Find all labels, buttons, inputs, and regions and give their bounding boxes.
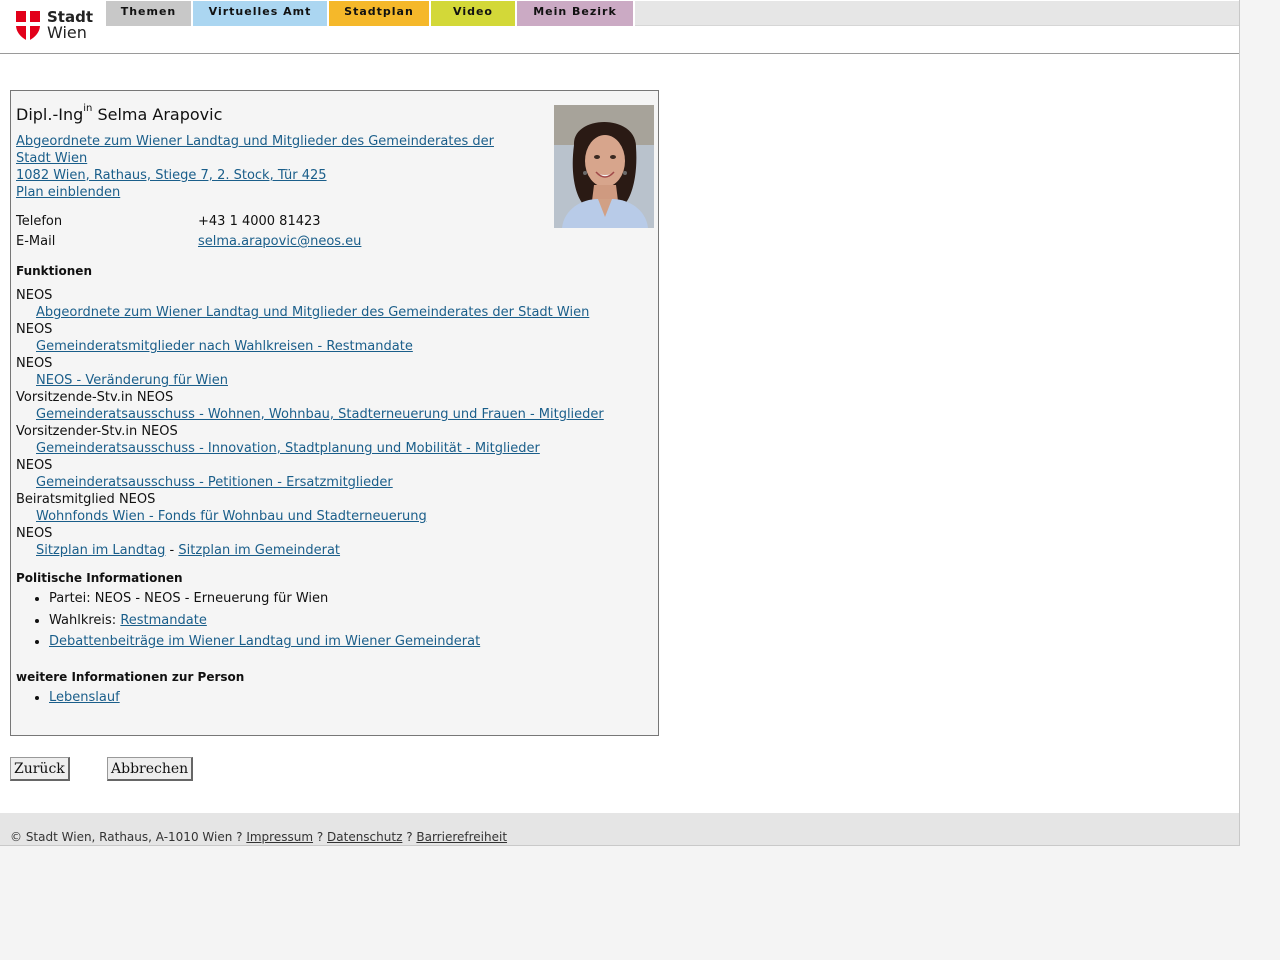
address-link[interactable]: 1082 Wien, Rathaus, Stiege 7, 2. Stock, … xyxy=(16,168,327,183)
back-button[interactable]: Zurück xyxy=(10,757,70,781)
person-photo xyxy=(554,105,654,228)
political-heading: Politische Informationen xyxy=(16,571,183,585)
phone-label: Telefon xyxy=(16,214,63,229)
email-row: E-Mail selma.arapovic@neos.eu xyxy=(16,233,576,251)
functions-list: NEOS Abgeordnete zum Wiener Landtag und … xyxy=(16,287,646,559)
constituency-item: Wahlkreis: Restmandate xyxy=(49,612,480,634)
plan-link[interactable]: Plan einblenden xyxy=(16,185,120,200)
seat-plan-landtag-link[interactable]: Sitzplan im Landtag xyxy=(36,543,165,558)
function-link[interactable]: Gemeinderatsausschuss - Petitionen - Ers… xyxy=(36,475,393,490)
cancel-button[interactable]: Abbrechen xyxy=(107,757,194,781)
footer-copyright: © Stadt Wien, Rathaus, A-1010 Wien ? xyxy=(10,830,247,844)
party-item: Partei: NEOS - NEOS - Erneuerung für Wie… xyxy=(49,590,480,612)
site-footer: © Stadt Wien, Rathaus, A-1010 Wien ? Imp… xyxy=(0,813,1239,846)
nav-tab-themen[interactable]: Themen xyxy=(106,1,193,26)
constituency-link[interactable]: Restmandate xyxy=(120,613,207,628)
phone-row: Telefon +43 1 4000 81423 xyxy=(16,213,576,231)
person-card: Dipl.-Ingin Selma Arapovic Abgeordnete z… xyxy=(10,90,659,736)
seat-plan-separator: - xyxy=(165,543,179,558)
function-link[interactable]: Gemeinderatsausschuss - Wohnen, Wohnbau,… xyxy=(36,407,604,422)
cv-link[interactable]: Lebenslauf xyxy=(49,690,120,705)
nav-tab-virtuelles-amt[interactable]: Virtuelles Amt xyxy=(193,1,329,26)
footer-separator: ? xyxy=(313,830,328,844)
position-link-line-1[interactable]: Abgeordnete zum Wiener Landtag und Mitgl… xyxy=(16,134,494,149)
cv-item: Lebenslauf xyxy=(49,689,120,711)
person-fullname: Selma Arapovic xyxy=(97,105,223,124)
constituency-label: Wahlkreis: xyxy=(49,612,121,628)
function-role: Vorsitzender-Stv.in NEOS xyxy=(16,424,178,439)
more-info-heading: weitere Informationen zur Person xyxy=(16,670,245,684)
debates-item: Debattenbeiträge im Wiener Landtag und i… xyxy=(49,633,480,655)
function-link[interactable]: Wohnfonds Wien - Fonds für Wohnbau und S… xyxy=(36,509,427,524)
seat-plan-gemeinderat-link[interactable]: Sitzplan im Gemeinderat xyxy=(178,543,340,558)
function-link[interactable]: Gemeinderatsausschuss - Innovation, Stad… xyxy=(36,441,540,456)
logo-line-2: Wien xyxy=(47,23,87,42)
impressum-link[interactable]: Impressum xyxy=(246,830,313,844)
email-link[interactable]: selma.arapovic@neos.eu xyxy=(198,233,361,251)
function-role: Beiratsmitglied NEOS xyxy=(16,492,156,507)
function-link[interactable]: Gemeinderatsmitglieder nach Wahlkreisen … xyxy=(36,339,413,354)
position-link-line-2[interactable]: Stadt Wien xyxy=(16,151,87,166)
footer-separator: ? xyxy=(402,830,417,844)
site-header: Stadt Wien Themen Virtuelles Amt Stadtpl… xyxy=(0,0,1239,54)
nav-tab-mein-bezirk[interactable]: Mein Bezirk xyxy=(517,1,635,26)
logo-wordmark: Stadt Wien xyxy=(47,10,93,42)
wien-shield-icon xyxy=(16,11,40,41)
main-nav: Themen Virtuelles Amt Stadtplan Video Me… xyxy=(106,1,1239,26)
title-prefix: Dipl.-Ing xyxy=(16,105,84,124)
portrait-image xyxy=(554,105,654,228)
datenschutz-link[interactable]: Datenschutz xyxy=(327,830,402,844)
function-link[interactable]: NEOS - Veränderung für Wien xyxy=(36,373,228,388)
page: Stadt Wien Themen Virtuelles Amt Stadtpl… xyxy=(0,0,1240,846)
stadt-wien-logo[interactable]: Stadt Wien xyxy=(16,10,96,44)
debates-link[interactable]: Debattenbeiträge im Wiener Landtag und i… xyxy=(49,634,480,649)
seat-plan-links: Sitzplan im Landtag - Sitzplan im Gemein… xyxy=(16,542,646,559)
function-role: NEOS xyxy=(16,526,53,541)
function-role: NEOS xyxy=(16,322,53,337)
function-role: NEOS xyxy=(16,356,53,371)
email-label: E-Mail xyxy=(16,234,56,249)
political-list: Partei: NEOS - NEOS - Erneuerung für Wie… xyxy=(16,590,480,655)
nav-tab-video[interactable]: Video xyxy=(431,1,517,26)
function-role: NEOS xyxy=(16,458,53,473)
nav-tab-stadtplan[interactable]: Stadtplan xyxy=(329,1,431,26)
barrierefreiheit-link[interactable]: Barrierefreiheit xyxy=(416,830,507,844)
footer-text: © Stadt Wien, Rathaus, A-1010 Wien ? Imp… xyxy=(10,830,507,844)
functions-heading: Funktionen xyxy=(16,264,92,278)
title-suffix: in xyxy=(83,103,93,114)
contact-block: Abgeordnete zum Wiener Landtag und Mitgl… xyxy=(16,133,494,201)
more-info-list: Lebenslauf xyxy=(16,689,120,711)
phone-value: +43 1 4000 81423 xyxy=(198,214,321,229)
function-role: Vorsitzende-Stv.in NEOS xyxy=(16,390,174,405)
function-link[interactable]: Abgeordnete zum Wiener Landtag und Mitgl… xyxy=(36,305,589,320)
person-name: Dipl.-Ingin Selma Arapovic xyxy=(16,103,223,124)
function-role: NEOS xyxy=(16,288,53,303)
